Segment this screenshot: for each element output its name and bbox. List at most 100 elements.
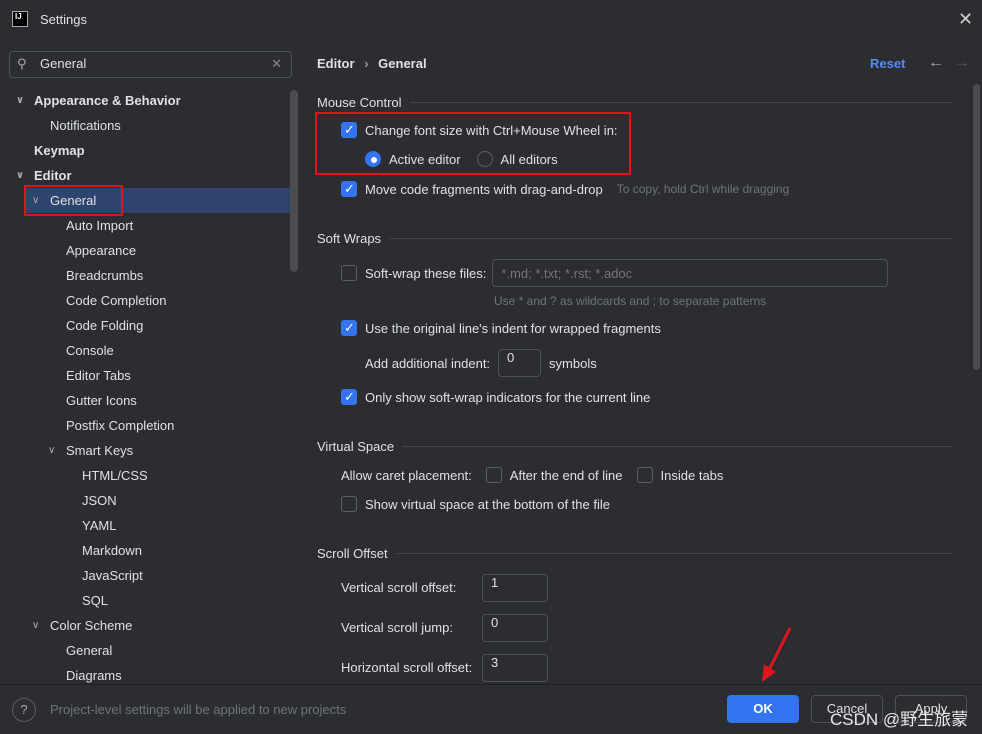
tree-item-label: Markdown xyxy=(82,543,142,558)
label: symbols xyxy=(549,355,597,371)
tree-item[interactable]: Console xyxy=(0,338,290,363)
tree-item-label: YAML xyxy=(82,518,117,533)
tree-item[interactable]: Gutter Icons xyxy=(0,388,290,413)
section-virtual-space: Virtual Space xyxy=(317,439,951,454)
radio[interactable] xyxy=(476,151,493,167)
chevron-down-icon[interactable]: ∨ xyxy=(48,438,55,463)
settings-search[interactable]: ⚲ ✕ xyxy=(9,51,292,78)
tree-item-label: Code Completion xyxy=(66,293,167,308)
label: Vertical scroll offset: xyxy=(341,580,457,595)
tree-item[interactable]: Code Folding xyxy=(0,313,290,338)
tree-item-label: Code Folding xyxy=(66,318,144,333)
label: All editors xyxy=(500,151,558,167)
vertical-scroll-offset-input[interactable]: 1 xyxy=(482,574,548,602)
search-input[interactable] xyxy=(40,56,270,71)
label: Horizontal scroll offset: xyxy=(341,660,473,675)
inside-tabs-checkbox[interactable]: Inside tabs xyxy=(636,467,724,483)
checkbox[interactable] xyxy=(341,181,357,197)
footer-note: Project-level settings will be applied t… xyxy=(50,702,347,717)
checkbox[interactable] xyxy=(341,320,357,336)
tree-item[interactable]: Notifications xyxy=(0,113,290,138)
soft-wrap-files-input[interactable] xyxy=(492,259,889,287)
title-bar: IJ Settings ✕ xyxy=(0,0,982,40)
tree-item-label: JSON xyxy=(82,493,117,508)
help-icon[interactable]: ? xyxy=(12,698,36,722)
radio[interactable] xyxy=(365,151,381,167)
checkbox[interactable] xyxy=(636,467,653,483)
label: Use the original line's indent for wrapp… xyxy=(365,320,661,336)
tree-item[interactable]: Code Completion xyxy=(0,288,290,313)
vertical-scroll-jump-input[interactable]: 0 xyxy=(482,614,548,642)
original-indent-checkbox[interactable]: Use the original line's indent for wrapp… xyxy=(341,320,661,336)
tree-item[interactable]: JSON xyxy=(0,488,290,513)
highlight-box xyxy=(24,185,123,216)
checkbox[interactable] xyxy=(341,122,357,138)
settings-tree: ∨ Appearance & Behavior Notifications Keyma… xyxy=(0,88,290,688)
soft-wrap-checkbox[interactable]: Soft-wrap these files: xyxy=(341,265,486,281)
tree-scrollbar[interactable] xyxy=(290,90,298,272)
tree-item[interactable]: General xyxy=(0,638,290,663)
clear-search-icon[interactable]: ✕ xyxy=(271,56,282,72)
label: Only show soft-wrap indicators for the c… xyxy=(365,389,651,405)
reset-link[interactable]: Reset xyxy=(870,56,905,71)
chevron-down-icon[interactable]: ∨ xyxy=(32,613,39,638)
tree-item[interactable]: YAML xyxy=(0,513,290,538)
tree-item[interactable]: Auto Import xyxy=(0,213,290,238)
tree-item[interactable]: Postfix Completion xyxy=(0,413,290,438)
section-soft-wraps: Soft Wraps xyxy=(317,231,951,246)
tree-item[interactable]: ∨ Color Scheme xyxy=(0,613,290,638)
tree-item-label: Gutter Icons xyxy=(66,393,137,408)
checkbox[interactable] xyxy=(341,265,357,281)
radio-active-editor[interactable]: Active editor xyxy=(365,151,461,167)
hint: To copy, hold Ctrl while dragging xyxy=(616,182,790,196)
tree-item-label: Color Scheme xyxy=(50,618,133,633)
label: Show virtual space at the bottom of the … xyxy=(365,496,610,512)
checkbox[interactable] xyxy=(341,496,357,512)
tree-item-label: Breadcrumbs xyxy=(66,268,144,283)
tree-item[interactable]: ∨ Appearance & Behavior xyxy=(0,88,290,113)
tree-item-label: HTML/CSS xyxy=(82,468,148,483)
section-scroll-offset: Scroll Offset xyxy=(317,546,951,561)
chevron-down-icon[interactable]: ∨ xyxy=(16,163,24,188)
tree-item-label: Smart Keys xyxy=(66,443,134,458)
crumb-sep: › xyxy=(364,56,369,71)
label: Allow caret placement: xyxy=(341,467,472,483)
crumb-editor[interactable]: Editor xyxy=(317,56,355,71)
checkbox[interactable] xyxy=(341,389,357,405)
additional-indent-input[interactable]: 0 xyxy=(498,349,542,377)
tree-item-label: Keymap xyxy=(34,143,85,158)
tree-item[interactable]: JavaScript xyxy=(0,563,290,588)
label: Active editor xyxy=(389,151,461,167)
tree-item[interactable]: Editor Tabs xyxy=(0,363,290,388)
forward-arrow-icon[interactable]: → xyxy=(954,54,970,72)
font-size-checkbox[interactable]: Change font size with Ctrl+Mouse Wheel i… xyxy=(341,122,618,138)
chevron-down-icon[interactable]: ∨ xyxy=(16,88,24,113)
tree-item[interactable]: SQL xyxy=(0,588,290,613)
horizontal-scroll-offset-input[interactable]: 3 xyxy=(482,654,548,682)
drag-drop-checkbox[interactable]: Move code fragments with drag-and-drop To… xyxy=(341,181,789,197)
label: Inside tabs xyxy=(660,467,724,483)
label: After the end of line xyxy=(509,467,623,483)
close-icon[interactable]: ✕ xyxy=(958,9,973,30)
annotation-arrow xyxy=(762,627,792,682)
virtual-bottom-checkbox[interactable]: Show virtual space at the bottom of the … xyxy=(341,496,610,512)
ok-button[interactable]: OK xyxy=(727,695,799,723)
back-arrow-icon[interactable]: ← xyxy=(928,54,944,72)
after-end-checkbox[interactable]: After the end of line xyxy=(485,467,623,483)
tree-item-label: Editor Tabs xyxy=(66,368,131,383)
tree-item[interactable]: HTML/CSS xyxy=(0,463,290,488)
tree-item-label: Console xyxy=(66,343,114,358)
tree-item-label: SQL xyxy=(82,593,109,608)
tree-item[interactable]: Markdown xyxy=(0,538,290,563)
tree-item[interactable]: Keymap xyxy=(0,138,290,163)
tree-item[interactable]: Breadcrumbs xyxy=(0,263,290,288)
section-mouse-control: Mouse Control xyxy=(317,95,951,110)
label: Vertical scroll jump: xyxy=(341,620,453,635)
checkbox[interactable] xyxy=(485,467,502,483)
radio-all-editors[interactable]: All editors xyxy=(476,151,558,167)
tree-item[interactable]: ∨ Smart Keys xyxy=(0,438,290,463)
only-current-checkbox[interactable]: Only show soft-wrap indicators for the c… xyxy=(341,389,650,405)
content-scrollbar[interactable] xyxy=(973,84,980,370)
tree-item[interactable]: Appearance xyxy=(0,238,290,263)
app-logo: IJ xyxy=(12,11,28,27)
